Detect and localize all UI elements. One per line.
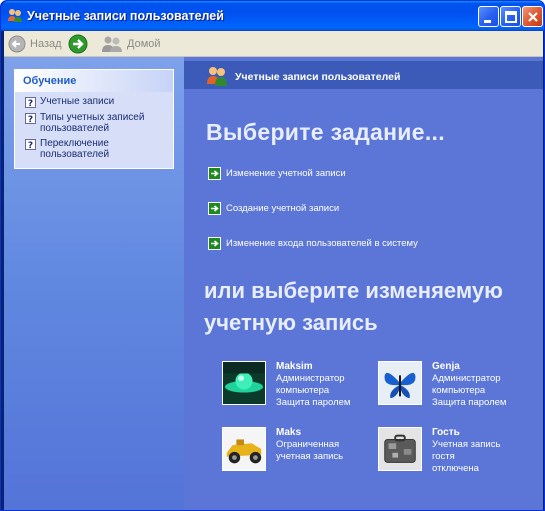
account-line: учетная запись — [276, 451, 344, 462]
close-button[interactable] — [522, 6, 543, 27]
svg-text:?: ? — [28, 99, 33, 108]
back-button[interactable]: Назад — [8, 33, 62, 55]
content-area: Обучение ? Учетные записи ? Типы учетных… — [4, 57, 543, 510]
maximize-button[interactable] — [500, 6, 521, 27]
account-line: Администратор — [276, 373, 345, 384]
briefcase-avatar — [378, 427, 422, 471]
help-icon: ? — [25, 97, 36, 108]
learn-item-label: Типы учетных записей пользователей — [40, 112, 145, 134]
learn-panel: Обучение ? Учетные записи ? Типы учетных… — [14, 69, 174, 169]
green-sphere-avatar — [222, 361, 266, 405]
choose-account-heading: или выберите изменяемую учетную запись — [204, 278, 503, 335]
learn-item-switching[interactable]: ? Переключение пользователей — [25, 138, 165, 160]
account-guest[interactable]: Гость Учетная запись гостя отключена — [378, 427, 500, 475]
account-line: Учетная запись — [432, 439, 501, 450]
learn-heading: Обучение — [15, 70, 173, 92]
learn-item-accounts[interactable]: ? Учетные записи — [25, 96, 165, 108]
account-line: отключена — [432, 463, 479, 474]
learn-item-account-types[interactable]: ? Типы учетных записей пользователей — [25, 112, 165, 134]
green-arrow-icon — [208, 166, 221, 180]
account-line: компьютера — [276, 385, 330, 396]
learn-item-label: Учетные записи — [40, 96, 115, 107]
butterfly-avatar — [378, 361, 422, 405]
home-label: Домой — [127, 38, 161, 50]
green-arrow-icon — [208, 236, 221, 250]
learn-item-label: Переключение пользователей — [40, 138, 110, 160]
maximize-icon — [505, 11, 517, 23]
learn-list: ? Учетные записи ? Типы учетных записей … — [15, 92, 173, 168]
minimize-button[interactable] — [478, 6, 499, 27]
section-title: Учетные записи пользователей — [235, 71, 401, 83]
minimize-icon — [484, 20, 491, 23]
task-label: Создание учетной записи — [226, 202, 340, 214]
home-button[interactable]: Домой — [101, 33, 161, 55]
back-label: Назад — [30, 38, 62, 50]
task-label: Изменение входа пользователей в систему — [226, 237, 418, 249]
task-label: Изменение учетной записи — [226, 167, 346, 179]
account-line: гостя — [432, 451, 455, 462]
account-name: Гость — [432, 427, 460, 438]
users-home-icon — [102, 36, 122, 52]
task-change-logon[interactable]: Изменение входа пользователей в систему — [208, 236, 418, 250]
account-line: компьютера — [432, 385, 486, 396]
window: Учетные записи пользователей Назад Домой… — [0, 0, 545, 511]
back-arrow-icon — [8, 35, 26, 53]
help-icon: ? — [25, 113, 36, 124]
pick-task-heading: Выберите задание... — [206, 119, 445, 145]
title-bar[interactable]: Учетные записи пользователей — [1, 1, 544, 31]
account-line: Защита паролем — [432, 397, 507, 408]
account-name: Genja — [432, 361, 460, 372]
users-icon — [207, 67, 227, 86]
account-line: Защита паролем — [276, 397, 351, 408]
main-pane: Учетные записи пользователей Выберите за… — [184, 57, 543, 510]
close-icon — [528, 12, 538, 22]
window-title: Учетные записи пользователей — [27, 9, 224, 23]
section-header: Учетные записи пользователей — [184, 61, 543, 89]
svg-text:?: ? — [28, 115, 33, 124]
account-line: Ограниченная — [276, 439, 340, 450]
account-info: Maksim Администратор компьютера Защита п… — [276, 361, 350, 409]
task-pane: Обучение ? Учетные записи ? Типы учетных… — [4, 57, 184, 510]
account-maksim[interactable]: Maksim Администратор компьютера Защита п… — [222, 361, 350, 409]
task-create-account[interactable]: Создание учетной записи — [208, 201, 339, 215]
account-genja[interactable]: Genja Администратор компьютера Защита па… — [378, 361, 506, 409]
account-info: Maks Ограниченная учетная запись — [276, 427, 343, 463]
toolbar: Назад Домой — [4, 31, 543, 57]
users-icon — [8, 9, 22, 22]
help-icon: ? — [25, 139, 36, 150]
forward-button[interactable] — [68, 33, 88, 55]
account-info: Гость Учетная запись гостя отключена — [432, 427, 500, 475]
account-name: Maksim — [276, 361, 313, 372]
account-line: Администратор — [432, 373, 501, 384]
task-change-account[interactable]: Изменение учетной записи — [208, 166, 346, 180]
forward-arrow-icon — [68, 34, 88, 54]
account-maks[interactable]: Maks Ограниченная учетная запись — [222, 427, 343, 471]
race-car-avatar — [222, 427, 266, 471]
account-info: Genja Администратор компьютера Защита па… — [432, 361, 506, 409]
svg-text:?: ? — [28, 141, 33, 150]
account-name: Maks — [276, 427, 302, 438]
green-arrow-icon — [208, 201, 221, 215]
